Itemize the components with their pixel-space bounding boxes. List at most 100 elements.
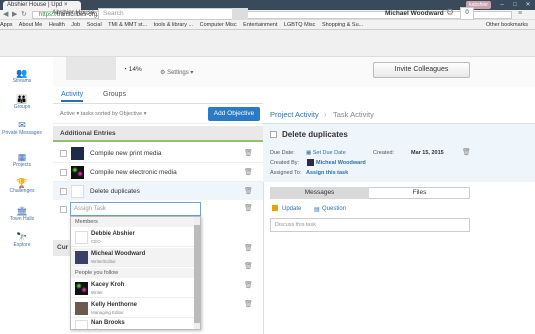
brand-name[interactable]: Abshier House [52,9,95,16]
dropdown-person[interactable]: Kacey Kroh Writer [71,279,195,298]
question-button[interactable]: Question [322,206,346,212]
task-row[interactable]: Compile new print media 🗑 [53,144,263,163]
nav-explore[interactable]: 🔭 Explore [2,233,42,249]
bookmark-tmi[interactable]: TMI & MMT st... [108,22,147,28]
tab-files[interactable]: Files [369,187,470,199]
trash-icon[interactable]: 🗑 [244,168,253,176]
tab-task-activity[interactable]: Task Activity [333,110,374,119]
trash-icon[interactable]: 🗑 [244,187,253,195]
back-icon[interactable]: ◀ [3,10,8,18]
person-role: Editor [91,328,103,329]
task-row[interactable]: Compile new electronic media 🗑 [53,163,263,182]
nav-streams[interactable]: 👥 Streams [2,69,42,85]
avatar [75,251,88,264]
dropdown-person[interactable]: Nan Brooks Editor [71,317,195,329]
discuss-input[interactable]: Discuss this task [270,218,470,232]
forward-icon[interactable]: ▶ [12,10,17,18]
bookmark-computer-misc[interactable]: Computer Misc [200,22,237,28]
assign-task-input[interactable]: Assign Task [70,202,201,216]
bookmark-tools[interactable]: tools & library ... [154,22,193,28]
sort-controls[interactable]: Active ▾ tasks sorted by Objective ▾ [60,111,147,117]
nav-label: Town Halls [9,216,35,222]
dropdown-scrollbar[interactable] [194,217,200,329]
settings-dropdown[interactable]: ⚙ Settings ▾ [160,69,193,76]
created-date: Mar 15, 2015 [411,150,444,156]
search-input[interactable]: Search [98,8,248,20]
person-name: Micheal Woodward [91,251,146,257]
task-checkbox[interactable] [60,169,67,176]
trash-icon[interactable]: 🗑 [244,204,253,212]
trash-icon[interactable]: 🗑 [244,262,253,270]
bookmarks-bar: Apps About Me Health Job Social TMI & MM… [0,20,535,30]
nav-label: Challenges [9,188,35,194]
tab-groups[interactable]: Groups [103,91,126,98]
trash-icon[interactable]: 🗑 [244,300,253,308]
tab-activity[interactable]: Activity [61,91,84,102]
nav-groups[interactable]: 👪 Groups [2,95,42,111]
person-name: Nan Brooks [91,320,125,326]
nav-label: Private Messages [2,130,42,136]
dropdown-person[interactable]: Micheal Woodward Writer/Editor [71,248,195,267]
nav-projects[interactable]: ▦ Projects [2,152,42,169]
gear-icon[interactable]: ⚙ [446,7,454,18]
bookmark-entertainment[interactable]: Entertainment [243,22,277,28]
bookmark-lgbtq[interactable]: LGBTQ Misc [284,22,315,28]
due-date-value: Set Due Date [312,150,346,156]
section-header[interactable]: Cur [53,240,70,256]
user-name[interactable]: Michael Woodward [385,10,444,17]
trash-icon[interactable]: 🗑 [462,148,471,156]
nav-challenges[interactable]: 🏆 Challenges [2,179,42,195]
maximize-icon[interactable]: □ [509,1,521,9]
task-label[interactable]: Compile new print media [90,150,162,157]
tab-project-activity[interactable]: Project Activity [270,110,319,119]
search-button[interactable] [232,8,248,20]
task-label[interactable]: Delete duplicates [90,188,140,195]
assign-this-task-link[interactable]: Assign this task [306,170,348,176]
tab-messages[interactable]: Messages [270,187,369,199]
envelope-icon: ✉ [18,120,26,130]
reload-icon[interactable]: ↻ [21,10,27,18]
project-tabs: Activity Groups [53,88,263,104]
other-bookmarks[interactable]: Other bookmarks [486,20,528,29]
created-label: Created: [373,150,395,156]
task-label[interactable]: Compile new electronic media [90,169,177,176]
dropdown-person[interactable]: Kelly Henthorne Managing Editor [71,299,195,318]
section-header[interactable]: Additional Entries [53,126,263,142]
update-icon [272,205,278,211]
scrollbar-thumb[interactable] [194,225,200,323]
add-objective-button[interactable]: Add Objective [208,107,260,121]
avatar [307,159,314,166]
progress-indicator: ◔ 14% [123,66,142,73]
task-checkbox[interactable] [60,150,67,157]
project-image [66,57,116,80]
task-checkbox[interactable] [60,188,67,195]
left-nav: 👥 Streams 👪 Groups ✉ Private Messages ▦ Proj… [0,57,44,334]
bookmark-about-me[interactable]: About Me [19,22,43,28]
trash-icon[interactable]: 🗑 [244,281,253,289]
bookmark-apps[interactable]: Apps [0,22,13,28]
minimize-icon[interactable]: – [496,1,508,9]
person-role: Managing Editor [91,310,124,315]
trash-icon[interactable]: 🗑 [244,244,253,252]
bookmark-shopping[interactable]: Shopping & Su... [322,22,363,28]
notification-count[interactable]: 0 [460,7,474,20]
tab-close-icon[interactable]: × [64,2,68,8]
bookmark-health[interactable]: Health [49,22,65,28]
task-row-selected[interactable]: Delete duplicates 🗑 [53,182,263,201]
menu-icon[interactable]: ≡ [518,10,522,17]
set-due-date-link[interactable]: ▦ Set Due Date [306,150,346,156]
nav-town-halls[interactable]: 🏛 Town Halls [2,207,42,223]
trash-icon[interactable]: 🗑 [244,149,253,157]
projects-icon: ▦ [17,152,27,162]
invite-colleagues-button[interactable]: Invite Colleagues [373,62,470,78]
close-window-icon[interactable]: ✕ [522,1,534,9]
task-checkbox[interactable] [60,206,67,213]
nav-private-messages[interactable]: ✉ Private Messages [2,120,42,137]
person-role: Writer [91,290,103,295]
task-complete-checkbox[interactable] [270,131,277,138]
creator-link[interactable]: Micheal Woodward [316,160,366,166]
dropdown-person[interactable]: Debbie Abshier CEO [71,228,195,247]
bookmark-job[interactable]: Job [71,22,80,28]
bookmark-social[interactable]: Social [87,22,102,28]
update-button[interactable]: Update [282,206,301,212]
